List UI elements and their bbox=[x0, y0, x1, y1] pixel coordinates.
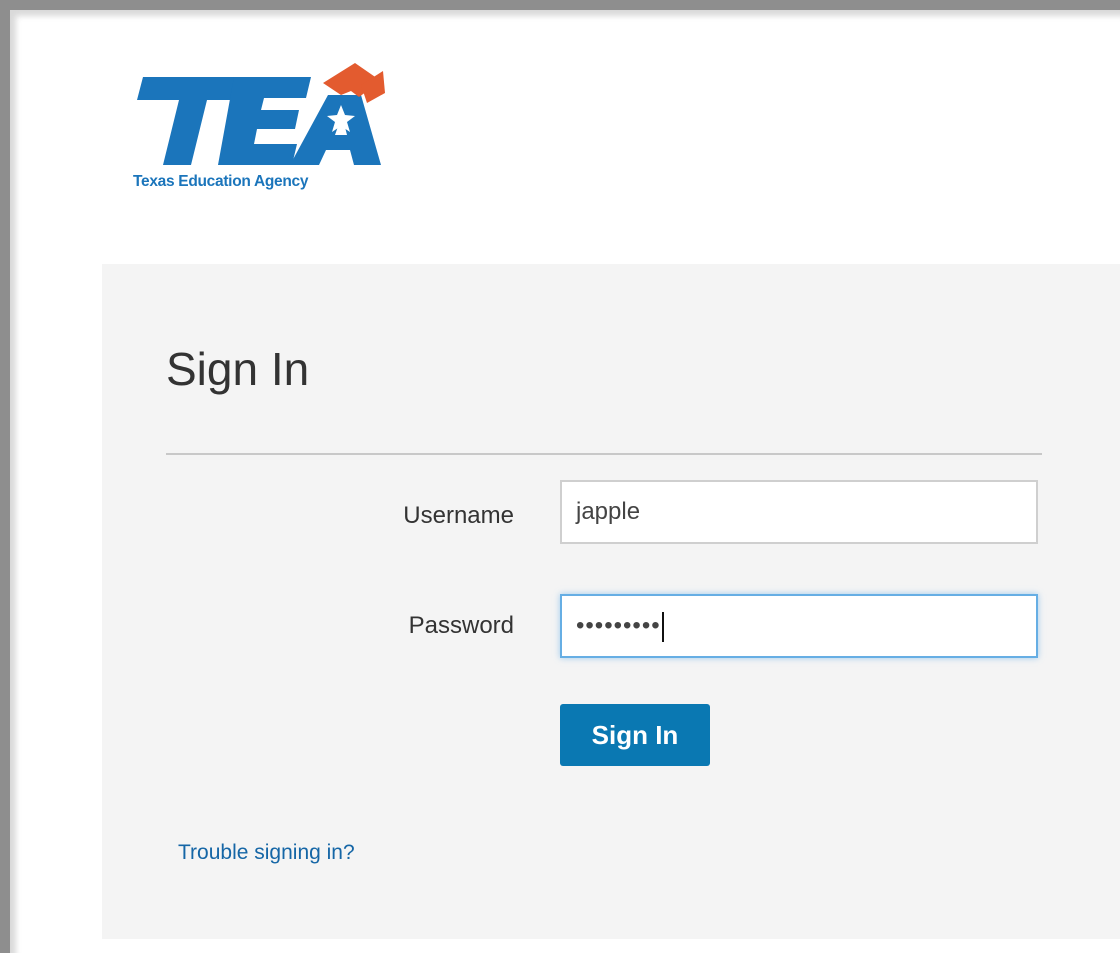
trouble-signing-in-link[interactable]: Trouble signing in? bbox=[178, 841, 355, 865]
page-title: Sign In bbox=[166, 343, 310, 395]
logo-tagline: Texas Education Agency bbox=[133, 173, 309, 190]
signin-panel: Sign In Username japple Password •••••••… bbox=[102, 264, 1120, 939]
window-frame: Texas Education Agency Sign In Username … bbox=[0, 0, 1120, 953]
tea-logo-graphic bbox=[137, 63, 385, 165]
tea-logo: Texas Education Agency bbox=[123, 55, 388, 205]
password-label: Password bbox=[408, 612, 514, 639]
username-label: Username bbox=[403, 502, 514, 529]
sign-in-button[interactable]: Sign In bbox=[560, 704, 710, 766]
title-divider bbox=[166, 453, 1042, 455]
text-caret bbox=[661, 611, 664, 642]
username-value: japple bbox=[576, 498, 641, 525]
password-value: ••••••••• bbox=[576, 612, 661, 639]
password-input[interactable]: ••••••••• bbox=[560, 594, 1038, 658]
username-input[interactable]: japple bbox=[560, 480, 1038, 544]
